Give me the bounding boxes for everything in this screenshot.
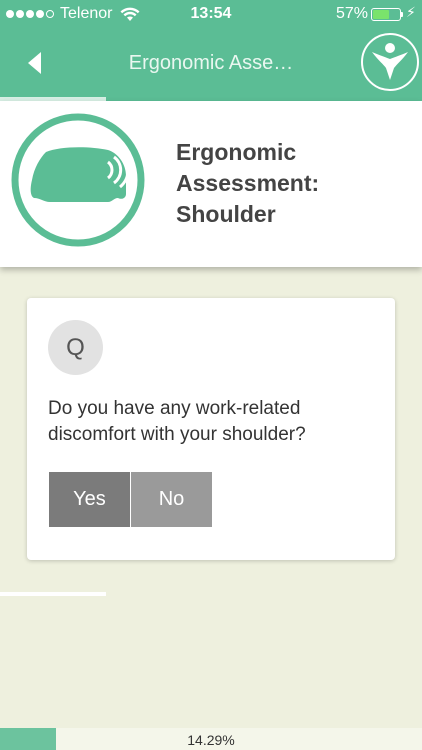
battery-level: [373, 10, 389, 19]
question-text: Do you have any work-related discomfort …: [48, 398, 306, 445]
person-logo-icon[interactable]: [361, 33, 419, 91]
assessment-header: Ergonomic Assessment: Shoulder: [0, 101, 422, 267]
shoulder-icon: [11, 113, 145, 247]
app-header: Telenor 13:54 57% ⚡ Ergonomic Asse…: [0, 0, 422, 101]
title-line: Ergonomic: [176, 139, 297, 165]
question-card: Q Do you have any work-related discomfor…: [27, 298, 395, 560]
battery-tip: [401, 12, 403, 17]
status-bar: Telenor 13:54 57% ⚡: [0, 0, 422, 30]
charging-icon: ⚡: [406, 4, 416, 20]
no-button[interactable]: No: [131, 472, 212, 527]
progress-bar: 14.29%: [0, 728, 422, 750]
yes-button[interactable]: Yes: [49, 472, 130, 527]
assessment-title: Ergonomic Assessment: Shoulder: [176, 137, 416, 230]
title-line: Assessment:: [176, 170, 320, 196]
title-line: Shoulder: [176, 201, 276, 227]
battery-percent: 57%: [336, 5, 369, 22]
question-badge: Q: [48, 320, 103, 375]
progress-label: 14.29%: [187, 732, 235, 748]
battery-icon: [371, 8, 401, 21]
nav-title: Ergonomic Asse…: [128, 52, 294, 74]
divider: [0, 592, 106, 596]
